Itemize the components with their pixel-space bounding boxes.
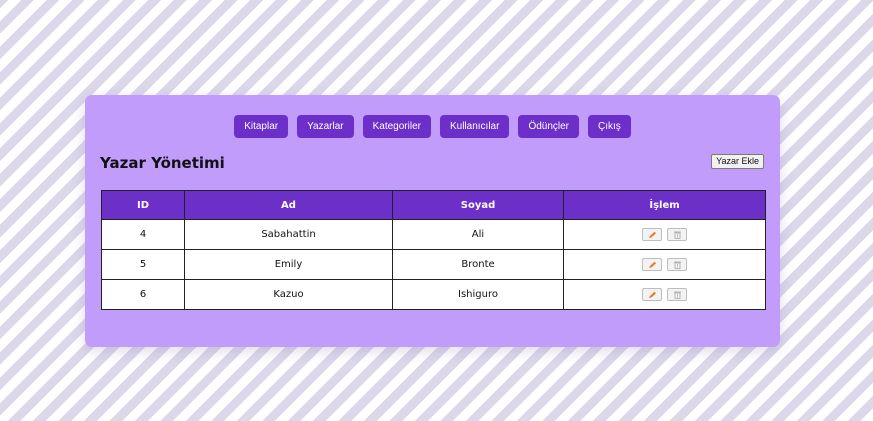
edit-button[interactable] bbox=[641, 258, 662, 271]
admin-panel: Kitaplar Yazarlar Kategoriler Kullanıcıl… bbox=[85, 95, 780, 347]
pencil-icon bbox=[648, 261, 656, 268]
cell-ad: Emily bbox=[184, 249, 393, 280]
delete-button[interactable] bbox=[667, 228, 688, 241]
table-row: 6 Kazuo Ishiguro bbox=[101, 279, 766, 310]
cell-id: 5 bbox=[101, 249, 185, 280]
add-author-button[interactable]: Yazar Ekle bbox=[711, 154, 764, 169]
table-header-row: ID Ad Soyad İşlem bbox=[101, 190, 766, 220]
trash-icon bbox=[674, 261, 682, 269]
cell-ad: Kazuo bbox=[184, 279, 393, 310]
column-header-id: ID bbox=[101, 190, 185, 220]
cell-id: 4 bbox=[101, 219, 185, 250]
table-row: 5 Emily Bronte bbox=[101, 249, 766, 280]
cell-id: 6 bbox=[101, 279, 185, 310]
cell-actions bbox=[563, 249, 766, 280]
page-title: Yazar Yönetimi bbox=[100, 154, 225, 172]
pencil-icon bbox=[648, 231, 656, 238]
cell-ad: Sabahattin bbox=[184, 219, 393, 250]
column-header-islem: İşlem bbox=[563, 190, 766, 220]
nav-kategoriler-button[interactable]: Kategoriler bbox=[362, 115, 431, 138]
delete-button[interactable] bbox=[667, 258, 688, 271]
delete-button[interactable] bbox=[667, 288, 688, 301]
nav-yazarlar-button[interactable]: Yazarlar bbox=[297, 115, 354, 138]
cell-soyad: Ishiguro bbox=[392, 279, 564, 310]
cell-soyad: Ali bbox=[392, 219, 564, 250]
column-header-soyad: Soyad bbox=[392, 190, 564, 220]
cell-soyad: Bronte bbox=[392, 249, 564, 280]
edit-button[interactable] bbox=[641, 288, 662, 301]
edit-button[interactable] bbox=[641, 228, 662, 241]
table-row: 4 Sabahattin Ali bbox=[101, 219, 766, 250]
nav-kitaplar-button[interactable]: Kitaplar bbox=[234, 115, 289, 138]
trash-icon bbox=[674, 291, 682, 299]
trash-icon bbox=[674, 231, 682, 239]
nav-kullanicilar-button[interactable]: Kullanıcılar bbox=[439, 115, 510, 138]
cell-actions bbox=[563, 279, 766, 310]
top-navigation: Kitaplar Yazarlar Kategoriler Kullanıcıl… bbox=[85, 115, 780, 138]
column-header-ad: Ad bbox=[184, 190, 393, 220]
nav-cikis-button[interactable]: Çıkış bbox=[588, 115, 631, 138]
cell-actions bbox=[563, 219, 766, 250]
pencil-icon bbox=[648, 291, 656, 298]
nav-oduncler-button[interactable]: Ödünçler bbox=[518, 115, 580, 138]
authors-table: ID Ad Soyad İşlem 4 Sabahattin Ali 5 Emi… bbox=[101, 190, 766, 310]
